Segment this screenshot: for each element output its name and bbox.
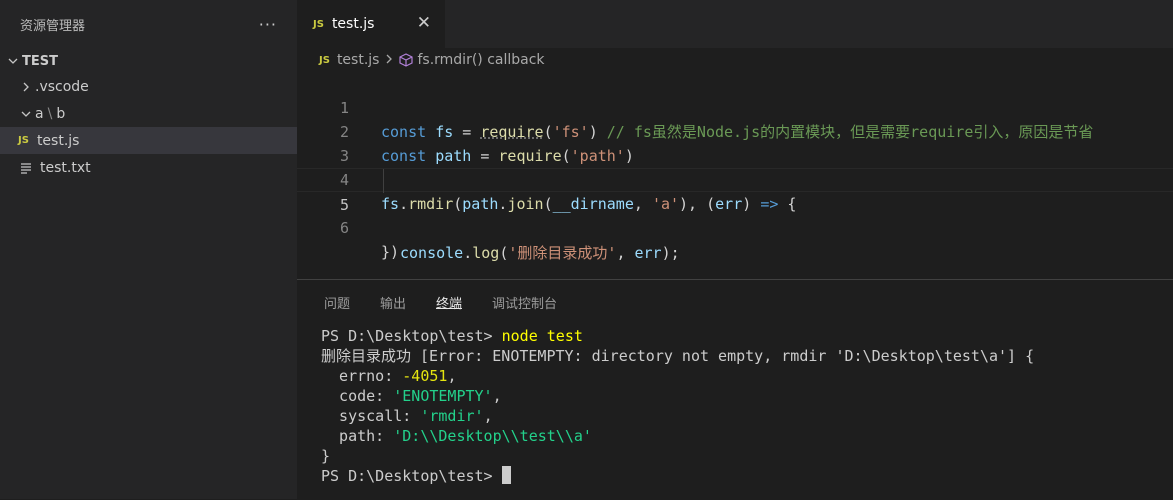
code-text: }) xyxy=(381,243,400,261)
bottom-panel: 问题 输出 终端 调试控制台 PS D:\Desktop\test> node … xyxy=(297,279,1173,500)
text-file-icon xyxy=(20,162,32,174)
panel-tabs: 问题 输出 终端 调试控制台 xyxy=(297,280,1173,322)
tree-item-label: test.txt xyxy=(40,159,91,176)
method-cube-icon xyxy=(399,53,414,67)
code-line-2: 2 const path = require('path') xyxy=(297,96,1173,165)
explorer-sidebar: 资源管理器 ··· TEST .vscode a \ b JS test.js … xyxy=(0,0,297,499)
chevron-right-icon xyxy=(385,52,393,68)
breadcrumb-file[interactable]: test.js xyxy=(337,52,380,68)
tree-item-test-txt[interactable]: test.txt xyxy=(0,154,297,181)
code-text: console.log('删除目录成功', err); xyxy=(400,244,680,262)
code-line-5: 5 console.log('删除目录成功', err); xyxy=(297,168,1173,262)
tab-label: test.js xyxy=(331,16,375,32)
line-number: 6 xyxy=(339,219,349,237)
code-line-4: 4 fs.rmdir(path.join(__dirname, 'a'), (e… xyxy=(297,144,1173,213)
javascript-file-icon: JS xyxy=(18,135,29,146)
code-editor[interactable]: 1 const fs = require('fs') // fs虽然是Node.… xyxy=(297,72,1173,272)
tab-terminal[interactable]: 终端 xyxy=(436,280,463,312)
tree-item-test-js[interactable]: JS test.js xyxy=(0,127,297,154)
javascript-file-icon: JS xyxy=(319,54,330,66)
terminal-line: 删除目录成功 [Error: ENOTEMPTY: directory not … xyxy=(321,347,1035,365)
tab-output[interactable]: 输出 xyxy=(380,280,406,312)
editor-tab-bar: JS test.js ✕ xyxy=(297,0,1173,48)
tab-problems[interactable]: 问题 xyxy=(324,280,350,312)
terminal-cursor xyxy=(501,466,511,484)
tree-item-a-b[interactable]: a \ b xyxy=(0,100,297,127)
terminal-line: syscall: 'rmdir', xyxy=(321,407,493,425)
terminal-line: errno: -4051, xyxy=(321,367,457,385)
tab-debug-console[interactable]: 调试控制台 xyxy=(492,280,557,312)
indent-guide xyxy=(383,169,384,193)
explorer-header: 资源管理器 ··· xyxy=(0,0,297,48)
terminal-output[interactable]: PS D:\Desktop\test> node test 删除目录成功 [Er… xyxy=(321,326,1034,486)
chevron-right-icon xyxy=(17,82,35,92)
code-line-3: 3 xyxy=(297,120,1173,165)
more-actions-icon[interactable]: ··· xyxy=(259,15,277,34)
workspace-root-label: TEST xyxy=(22,53,58,69)
breadcrumb-symbol[interactable]: fs.rmdir() callback xyxy=(417,52,544,68)
terminal-line: PS D:\Desktop\test> xyxy=(321,466,1034,486)
explorer-title: 资源管理器 xyxy=(20,18,86,34)
tree-item-label: .vscode xyxy=(35,78,89,95)
tree-item-label: test.js xyxy=(36,132,80,149)
tree-item-label-b: b xyxy=(56,105,66,122)
code-line-6: 6 }) xyxy=(297,192,1173,261)
code-line-1: 1 const fs = require('fs') // fs虽然是Node.… xyxy=(297,72,1173,141)
compact-folder-separator: \ xyxy=(47,105,53,122)
terminal-line: } xyxy=(321,447,331,465)
breadcrumb: JS test.js fs.rmdir() callback xyxy=(297,48,1173,72)
terminal-line: path: 'D:\\Desktop\\test\\a' xyxy=(321,427,592,445)
tree-item-vscode[interactable]: .vscode xyxy=(0,73,297,100)
javascript-file-icon: JS xyxy=(313,18,324,30)
tab-test-js[interactable]: JS test.js ✕ xyxy=(297,0,445,48)
workspace-root[interactable]: TEST xyxy=(0,49,297,73)
close-icon[interactable]: ✕ xyxy=(417,13,431,33)
chevron-down-icon xyxy=(17,109,35,119)
terminal-line: PS D:\Desktop\test> node test xyxy=(321,327,583,345)
chevron-down-icon xyxy=(4,56,22,66)
tree-item-label-a: a xyxy=(35,105,44,122)
terminal-line: code: 'ENOTEMPTY', xyxy=(321,387,502,405)
